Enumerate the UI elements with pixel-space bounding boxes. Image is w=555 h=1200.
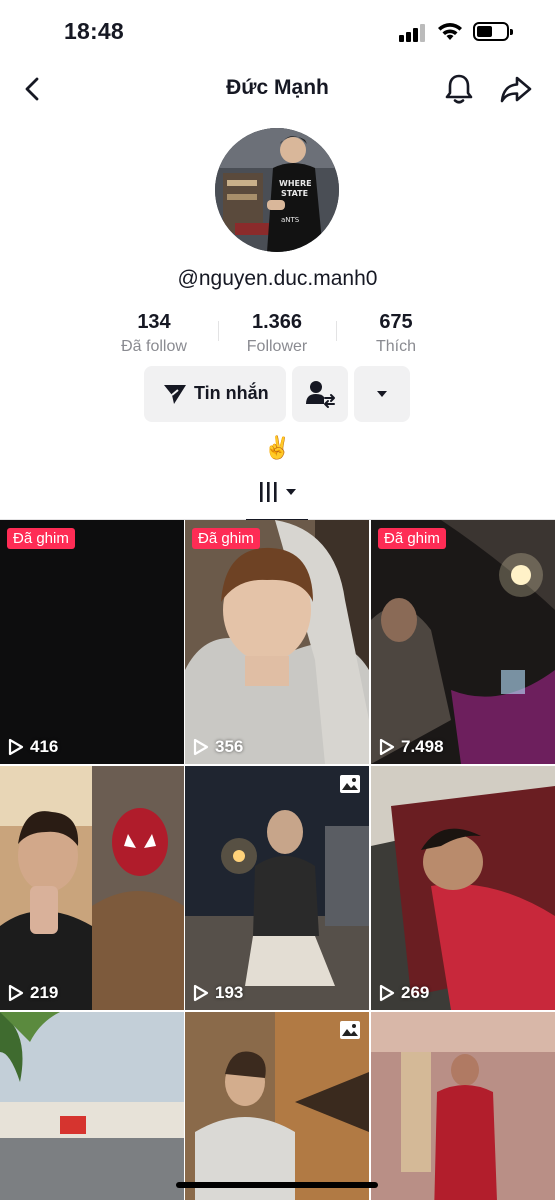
video-thumbnail <box>185 520 369 764</box>
bell-icon[interactable] <box>443 72 475 106</box>
video-tile[interactable]: Đã ghim 416 <box>0 520 184 764</box>
video-tile[interactable] <box>185 1012 369 1200</box>
view-count-value: 269 <box>401 983 430 1002</box>
home-indicator[interactable] <box>176 1182 378 1188</box>
stat-likes-label: Thích <box>375 338 416 355</box>
caret-down-icon <box>377 391 387 397</box>
content-tab-bar <box>0 472 555 521</box>
play-icon <box>8 984 24 1002</box>
profile-actions: Tin nhắn <box>0 366 555 422</box>
view-count: 7.498 <box>379 736 444 758</box>
message-button-label: Tin nhắn <box>194 383 269 403</box>
pinned-badge: Đã ghim <box>378 528 446 549</box>
view-count-value: 7.498 <box>401 737 444 756</box>
play-icon <box>379 984 395 1002</box>
video-thumbnail <box>371 766 555 1010</box>
view-count: 219 <box>8 982 58 1004</box>
user-swap-icon <box>306 381 335 408</box>
view-count: 416 <box>8 736 58 758</box>
status-time: 18:48 <box>64 18 124 44</box>
video-tile[interactable] <box>371 1012 555 1200</box>
video-tile[interactable] <box>0 1012 184 1200</box>
image-icon <box>340 775 360 793</box>
stat-likes[interactable]: 675 Thích <box>336 309 456 358</box>
image-icon <box>340 1021 360 1039</box>
pinned-badge: Đã ghim <box>7 528 75 549</box>
video-thumbnail <box>0 766 184 1010</box>
play-icon <box>193 984 209 1002</box>
stat-followers[interactable]: 1.366 Follower <box>217 309 337 358</box>
play-icon <box>8 738 24 756</box>
friend-suggestions-button[interactable] <box>292 366 348 422</box>
play-icon <box>193 738 209 756</box>
video-tile[interactable]: 219 <box>0 766 184 1010</box>
wifi-icon <box>438 23 462 40</box>
profile-header: Đức Mạnh <box>0 62 555 118</box>
profile-bio: ✌️ <box>263 435 292 460</box>
view-count-value: 356 <box>215 737 244 756</box>
video-thumbnail <box>185 1012 369 1200</box>
svg-text:WHERE: WHERE <box>279 179 312 188</box>
video-thumbnail <box>185 766 369 1010</box>
video-grid: Đã ghim 416 Đã ghim 356 Đã ghim 7.498 21… <box>0 520 555 1200</box>
more-options-button[interactable] <box>354 366 410 422</box>
tab-videos[interactable] <box>246 472 308 521</box>
play-icon <box>379 738 395 756</box>
video-tile[interactable]: Đã ghim 356 <box>185 520 369 764</box>
avatar[interactable]: WHERE STATE aNTS <box>215 128 339 252</box>
cellular-signal-icon <box>399 24 429 42</box>
stat-followers-label: Follower <box>246 338 308 355</box>
view-count-value: 193 <box>215 983 244 1002</box>
video-thumbnail <box>371 1012 555 1200</box>
svg-text:aNTS: aNTS <box>281 216 300 224</box>
avatar-photo: WHERE STATE aNTS <box>215 128 339 252</box>
video-thumbnail <box>371 520 555 764</box>
view-count-value: 416 <box>30 737 59 756</box>
svg-text:STATE: STATE <box>281 189 308 198</box>
video-thumbnail <box>0 1012 184 1200</box>
view-count: 356 <box>193 736 243 758</box>
status-bar: 18:48 <box>0 0 555 62</box>
video-tile[interactable]: 193 <box>185 766 369 1010</box>
stat-followers-count: 1.366 <box>251 311 303 333</box>
stat-following-label: Đã follow <box>121 338 187 355</box>
stat-likes-count: 675 <box>379 311 413 333</box>
send-icon <box>164 385 186 404</box>
message-button[interactable]: Tin nhắn <box>144 366 286 422</box>
grid-bars-icon <box>260 482 296 502</box>
view-count-value: 219 <box>30 983 59 1002</box>
battery-icon <box>473 22 513 41</box>
profile-stats: 134 Đã follow 1.366 Follower 675 Thích <box>96 309 459 359</box>
stat-following-count: 134 <box>137 311 171 333</box>
video-tile[interactable]: 269 <box>371 766 555 1010</box>
video-thumbnail <box>0 520 184 764</box>
pinned-badge: Đã ghim <box>192 528 260 549</box>
profile-screen: 18:48 Đức Mạnh WHERE STATE aNTS @nguyen.… <box>0 0 555 1200</box>
view-count: 193 <box>193 982 243 1004</box>
video-tile[interactable]: Đã ghim 7.498 <box>371 520 555 764</box>
view-count: 269 <box>379 982 429 1004</box>
share-arrow-icon[interactable] <box>499 73 533 105</box>
username: @nguyen.duc.manh0 <box>177 267 378 290</box>
stat-following[interactable]: 134 Đã follow <box>94 309 214 358</box>
